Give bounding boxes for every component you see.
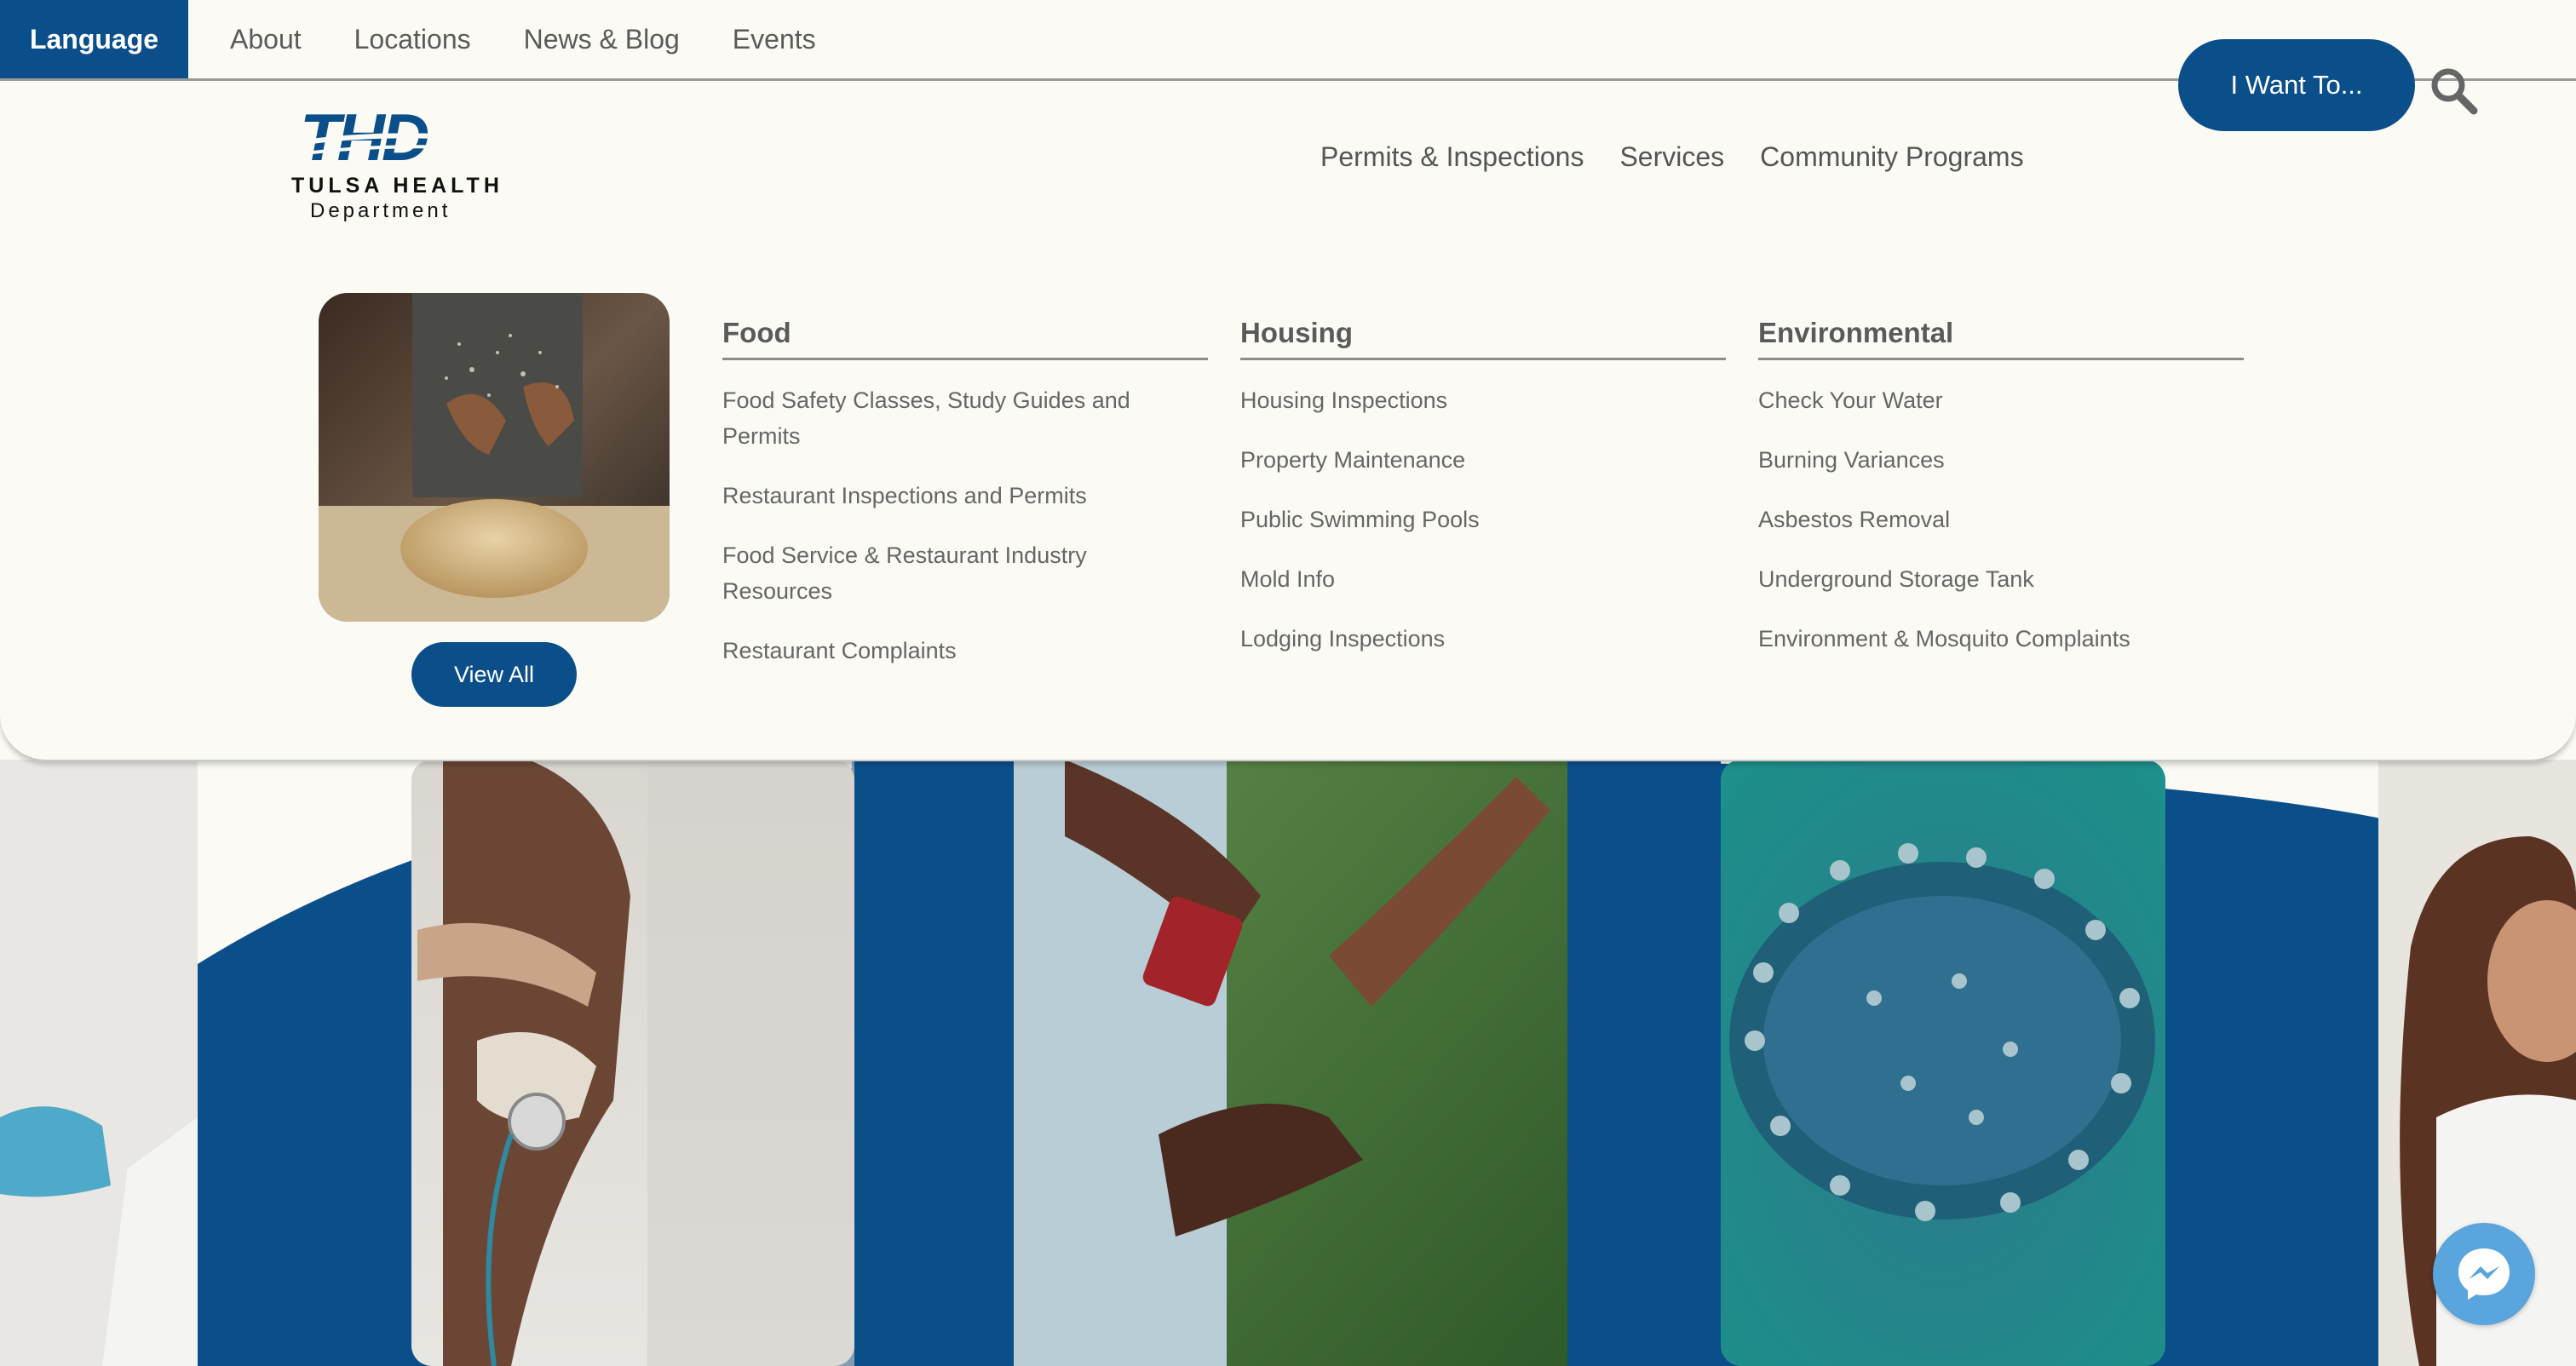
messenger-icon: [2458, 1248, 2510, 1300]
menu-link[interactable]: Burning Variances: [1758, 442, 2244, 478]
view-all-button[interactable]: View All: [411, 642, 577, 707]
main-nav: Permits & Inspections Services Community…: [1320, 141, 2024, 173]
nav-link-about[interactable]: About: [230, 24, 302, 55]
menu-link[interactable]: Public Swimming Pools: [1240, 502, 1726, 537]
menu-column-housing: Housing Housing Inspections Property Mai…: [1240, 317, 1726, 680]
main-nav-community-programs[interactable]: Community Programs: [1760, 141, 2023, 173]
menu-link[interactable]: Check Your Water: [1758, 382, 2244, 418]
menu-link[interactable]: Asbestos Removal: [1758, 502, 2244, 537]
menu-link[interactable]: Mold Info: [1240, 561, 1726, 597]
column-heading[interactable]: Environmental: [1758, 317, 2244, 360]
language-button[interactable]: Language: [0, 0, 188, 78]
menu-link[interactable]: Property Maintenance: [1240, 442, 1726, 478]
menu-link[interactable]: Environment & Mosquito Complaints: [1758, 621, 2244, 657]
i-want-to-button[interactable]: I Want To...: [2178, 39, 2415, 131]
thd-logo-mark: THD: [289, 100, 480, 175]
menu-link[interactable]: Food Safety Classes, Study Guides and Pe…: [722, 382, 1208, 454]
promo-image: [319, 293, 670, 622]
mega-menu: THD TULSA HEALTH Department Permits & In…: [0, 78, 2576, 761]
menu-link[interactable]: Restaurant Inspections and Permits: [722, 478, 1208, 514]
column-heading[interactable]: Housing: [1240, 317, 1726, 360]
logo-line-1: TULSA HEALTH: [291, 174, 503, 198]
site-logo[interactable]: THD TULSA HEALTH Department: [289, 100, 499, 225]
menu-link[interactable]: Restaurant Complaints: [722, 633, 1208, 669]
menu-link[interactable]: Housing Inspections: [1240, 382, 1726, 418]
main-nav-permits[interactable]: Permits & Inspections: [1320, 141, 1584, 173]
menu-link[interactable]: Lodging Inspections: [1240, 621, 1726, 657]
search-icon[interactable]: [2428, 65, 2479, 116]
nav-link-news-blog[interactable]: News & Blog: [524, 24, 680, 55]
logo-line-2: Department: [310, 199, 451, 222]
menu-column-food: Food Food Safety Classes, Study Guides a…: [722, 317, 1208, 692]
utility-nav: About Locations News & Blog Events: [230, 0, 816, 78]
main-nav-services[interactable]: Services: [1619, 141, 1724, 173]
menu-link[interactable]: Food Service & Restaurant Industry Resou…: [722, 537, 1208, 609]
menu-link[interactable]: Underground Storage Tank: [1758, 561, 2244, 597]
menu-column-environmental: Environmental Check Your Water Burning V…: [1758, 317, 2244, 680]
hero-image-strip: [0, 760, 2576, 1366]
nav-link-events[interactable]: Events: [733, 24, 816, 55]
nav-link-locations[interactable]: Locations: [354, 24, 471, 55]
messenger-chat-button[interactable]: [2433, 1223, 2535, 1325]
column-heading[interactable]: Food: [722, 317, 1208, 360]
